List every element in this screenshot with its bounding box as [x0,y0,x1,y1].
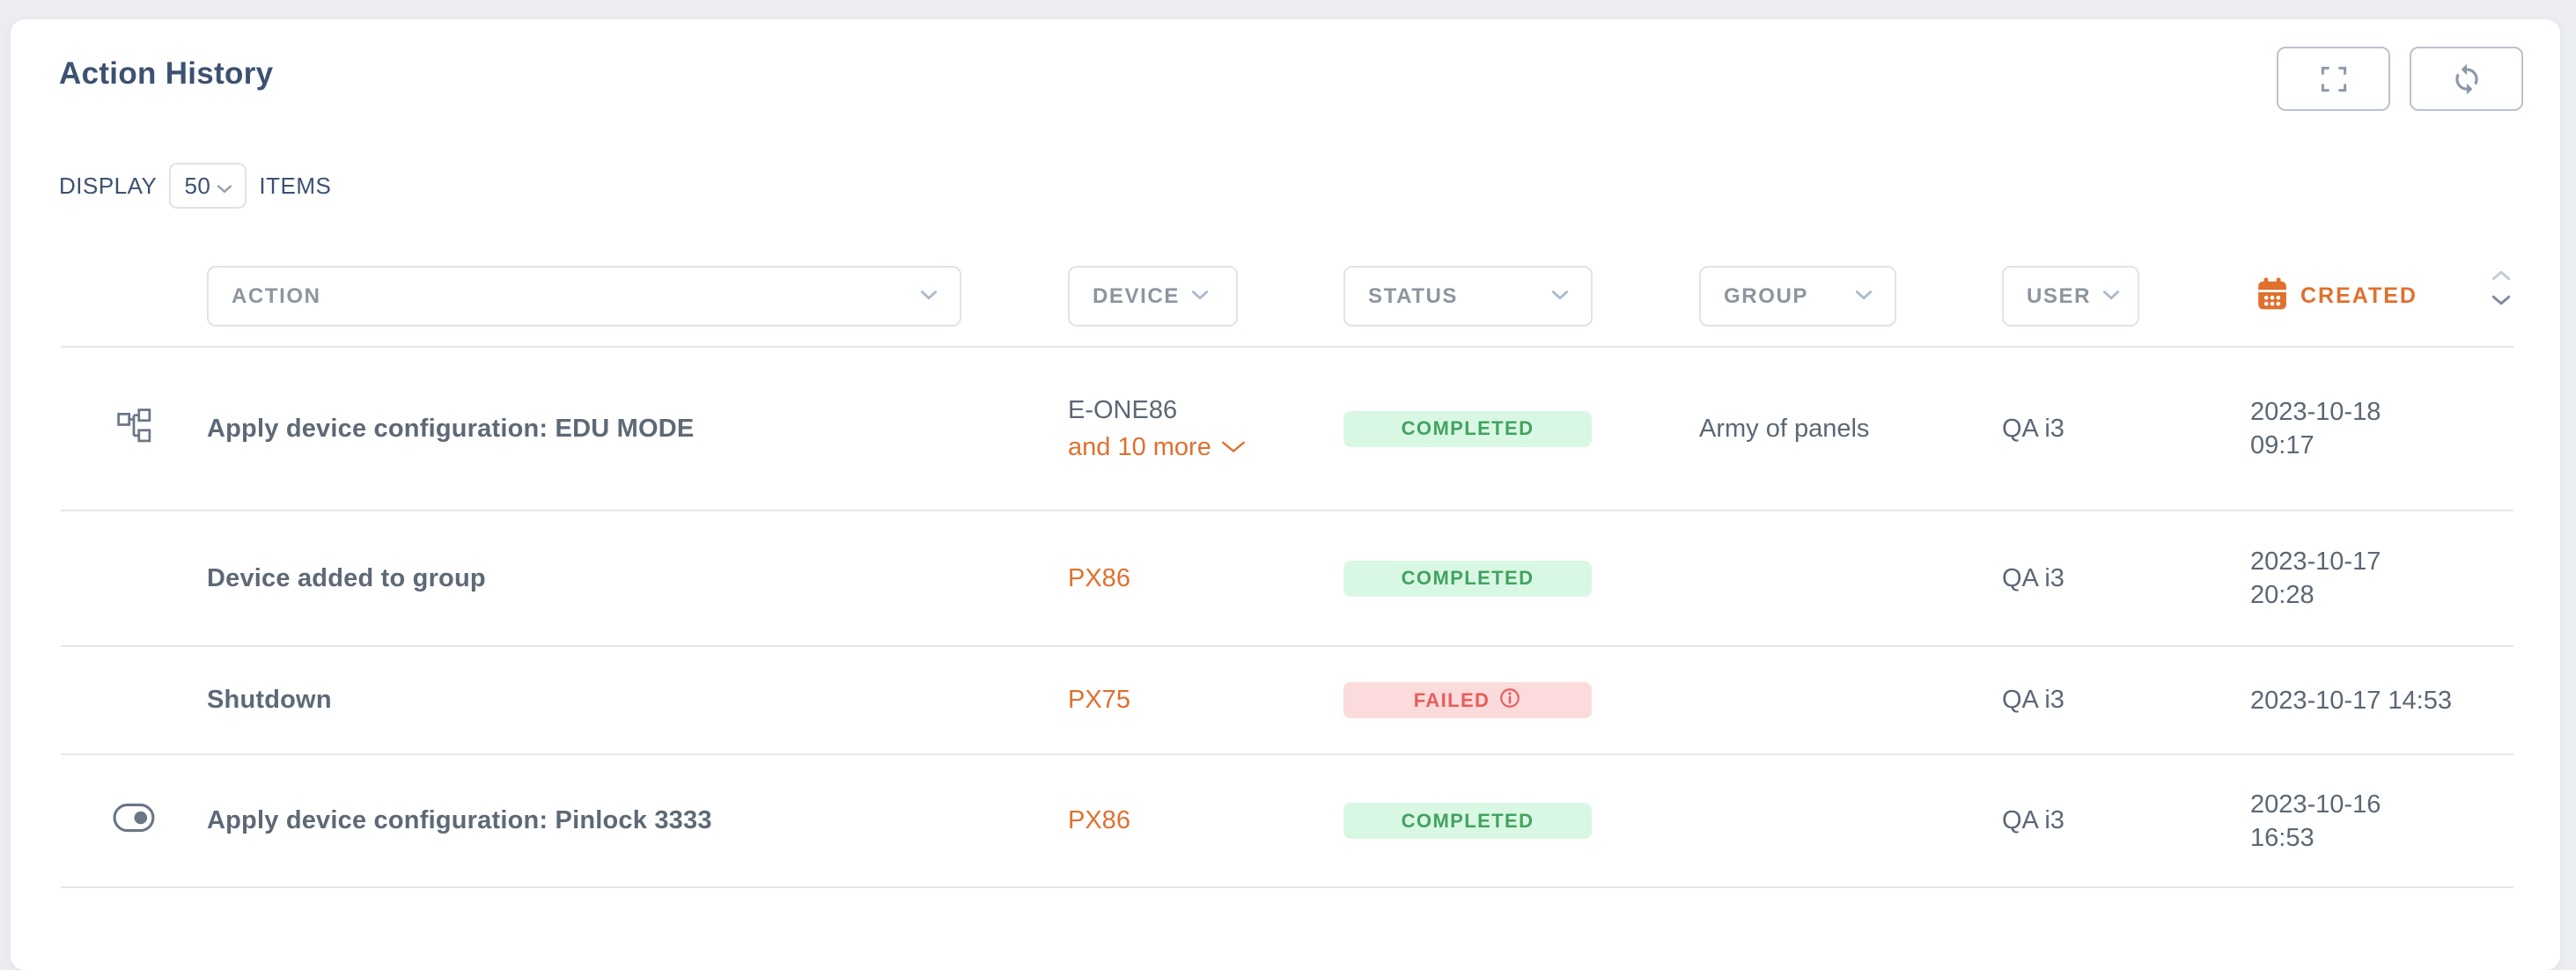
panel-toolbar [2277,47,2523,111]
action-label: Shutdown [207,686,332,714]
table-row: Device added to group PX86 COMPLETED [61,511,2513,647]
created-timestamp: 2023-10-16 16:53 [2250,788,2513,855]
refresh-icon [2450,62,2484,96]
action-type-icon-cell [61,408,207,450]
info-icon[interactable] [1498,687,1521,715]
status-label: COMPLETED [1402,567,1535,590]
filter-user[interactable]: USER [2002,266,2139,327]
status-label: COMPLETED [1402,417,1535,440]
chevron-down-icon [2103,289,2119,305]
filter-device[interactable]: DEVICE [1068,266,1238,327]
status-badge: FAILED [1343,682,1592,718]
refresh-button[interactable] [2410,47,2523,111]
device-more-label: and 10 more [1068,433,1211,462]
fullscreen-icon [2318,63,2350,95]
sort-desc-icon [2492,294,2510,310]
status-label: FAILED [1414,689,1490,712]
table-body: Apply device configuration: EDU MODE E-O… [61,348,2513,888]
action-history-panel: Action History DISPLAY 50 [11,19,2560,970]
status-badge: COMPLETED [1343,561,1592,597]
status-badge: COMPLETED [1343,411,1592,447]
chevron-down-icon [921,289,937,305]
action-type-icon-cell [61,803,207,840]
table-row: Apply device configuration: Pinlock 3333… [61,755,2513,888]
device-link[interactable]: E-ONE86 [1068,396,1177,425]
action-label: Device added to group [207,564,486,592]
table-header: ACTION DEVICE STATUS [61,266,2513,327]
fullscreen-button[interactable] [2277,47,2390,111]
sitemap-icon [116,408,151,450]
sort-column-created[interactable]: CREATED [2250,266,2513,327]
sort-asc-icon [2492,269,2510,285]
calendar-icon [2256,277,2288,315]
user-label: QA i3 [2002,564,2064,592]
status-badge: COMPLETED [1343,803,1592,839]
chevron-down-icon [1856,289,1872,305]
chevron-down-icon [1192,289,1208,305]
user-label: QA i3 [2002,686,2064,714]
created-label: CREATED [2300,283,2418,309]
chevron-down-icon [217,173,232,200]
filter-group[interactable]: GROUP [1699,266,1896,327]
page-size-value: 50 [184,173,210,200]
group-label: Army of panels [1699,415,1869,443]
filter-action[interactable]: ACTION [207,266,961,327]
device-more-toggle[interactable]: and 10 more [1068,433,1245,462]
table-row: Shutdown PX75 FAILED QA i3 [61,647,2513,755]
device-link[interactable]: PX86 [1068,564,1130,593]
action-label: Apply device configuration: EDU MODE [207,415,694,443]
page-size-control: DISPLAY 50 ITEMS [59,163,331,209]
sort-toggle[interactable] [2492,269,2510,310]
user-label: QA i3 [2002,806,2064,834]
device-link[interactable]: PX86 [1068,806,1130,835]
toggle-icon [113,803,155,840]
created-timestamp: 2023-10-17 14:53 [2250,684,2513,717]
device-link[interactable]: PX75 [1068,686,1130,715]
chevron-down-icon [1222,441,1245,453]
items-label: ITEMS [259,173,331,200]
page-size-select[interactable]: 50 [169,163,247,209]
user-label: QA i3 [2002,415,2064,443]
chevron-down-icon [1552,289,1568,305]
status-label: COMPLETED [1402,810,1535,833]
table-row: Apply device configuration: EDU MODE E-O… [61,348,2513,511]
action-label: Apply device configuration: Pinlock 3333 [207,806,712,834]
created-timestamp: 2023-10-18 09:17 [2250,395,2513,462]
filter-status[interactable]: STATUS [1343,266,1593,327]
display-label: DISPLAY [59,173,157,200]
created-timestamp: 2023-10-17 20:28 [2250,545,2513,612]
page-title: Action History [59,56,273,92]
